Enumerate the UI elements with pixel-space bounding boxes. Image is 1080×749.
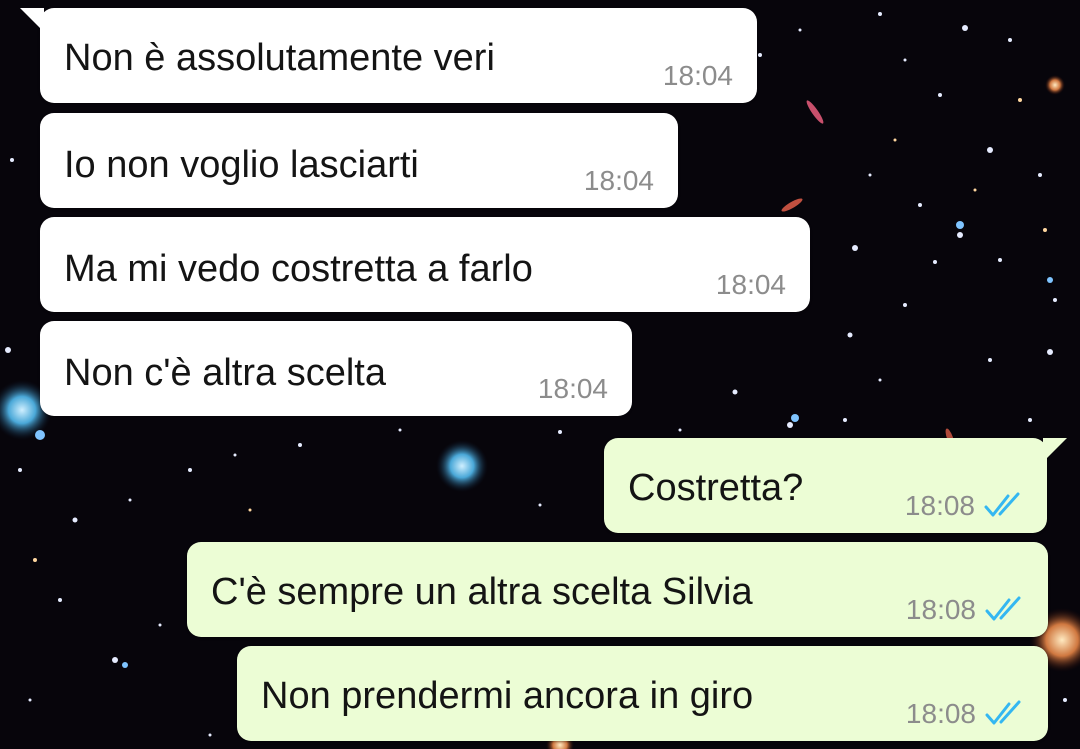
- message-timestamp: 18:04: [583, 165, 654, 196]
- message-text: Non prendermi ancora in giro: [261, 675, 754, 717]
- message-bubble-outgoing[interactable]: Non prendermi ancora in giro 18:08: [237, 646, 1048, 741]
- message-text: Ma mi vedo costretta a farlo: [64, 248, 533, 290]
- message-bubble-incoming[interactable]: Io non voglio lasciarti 18:04: [40, 113, 678, 208]
- message-timestamp: 18:08: [904, 490, 975, 521]
- message-timestamp: 18:08: [905, 698, 976, 729]
- message-bubble-outgoing[interactable]: C'è sempre un altra scelta Silvia 18:08: [187, 542, 1048, 637]
- message-bubble-incoming[interactable]: Ma mi vedo costretta a farlo 18:04: [40, 217, 810, 312]
- double-check-icon: [984, 492, 1020, 517]
- double-check-icon: [985, 700, 1021, 725]
- message-text: C'è sempre un altra scelta Silvia: [211, 571, 753, 613]
- message-text: Non è assolutamente veri: [64, 37, 495, 79]
- bubble-tail: [1043, 438, 1067, 462]
- message-text: Io non voglio lasciarti: [64, 144, 419, 186]
- message-timestamp: 18:08: [905, 594, 976, 625]
- message-text: Non c'è altra scelta: [64, 352, 386, 394]
- message-timestamp: 18:04: [662, 60, 733, 91]
- message-bubble-incoming[interactable]: Non c'è altra scelta 18:04: [40, 321, 632, 416]
- message-timestamp: 18:04: [537, 373, 608, 404]
- message-text: Costretta?: [628, 467, 804, 509]
- message-timestamp: 18:04: [715, 269, 786, 300]
- message-bubble-outgoing[interactable]: Costretta? 18:08: [604, 438, 1067, 533]
- bubble-tail: [20, 8, 44, 32]
- double-check-icon: [985, 596, 1021, 621]
- message-bubble-incoming[interactable]: Non è assolutamente veri 18:04: [20, 8, 757, 103]
